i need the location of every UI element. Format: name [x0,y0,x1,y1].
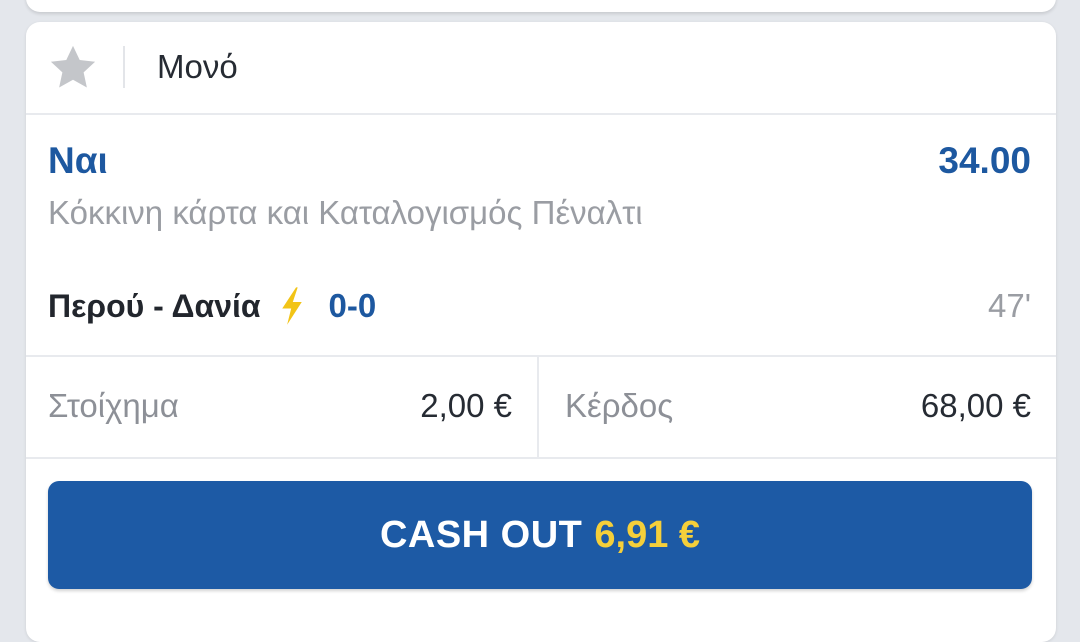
bet-card: Μονό Ναι 34.00 Κόκκινη κάρτα και Καταλογ… [26,22,1056,642]
market-name: Κόκκινη κάρτα και Καταλογισμός Πέναλτι [48,194,643,231]
bet-type-label: Μονό [157,48,238,85]
lightning-bolt-icon [281,287,302,325]
previous-bet-card [26,0,1056,12]
potential-win-value: 68,00 € [920,387,1031,424]
cash-out-button[interactable]: CASH OUT 6,91 € [48,481,1032,589]
match-row: Περού - Δανία 0-0 [48,282,376,330]
bet-card-header: Μονό [26,22,1056,115]
amounts-divider [537,357,539,457]
match-minute: 47' [987,287,1031,324]
selection-odds: 34.00 [938,140,1031,181]
cash-out-label: CASH OUT [379,513,583,556]
cash-out-amount: 6,91 € [594,513,701,556]
stake-label: Στοίχημα [48,387,179,424]
header-divider [123,46,125,88]
potential-win-label: Κέρδος [565,387,674,424]
selection-name: Ναι [48,140,108,181]
live-score: 0-0 [328,287,377,324]
match-teams: Περού - Δανία [48,288,261,324]
amounts-row: Στοίχημα 2,00 € Κέρδος 68,00 € [26,355,1056,459]
star-icon[interactable] [46,42,100,94]
stake-value: 2,00 € [420,387,512,424]
